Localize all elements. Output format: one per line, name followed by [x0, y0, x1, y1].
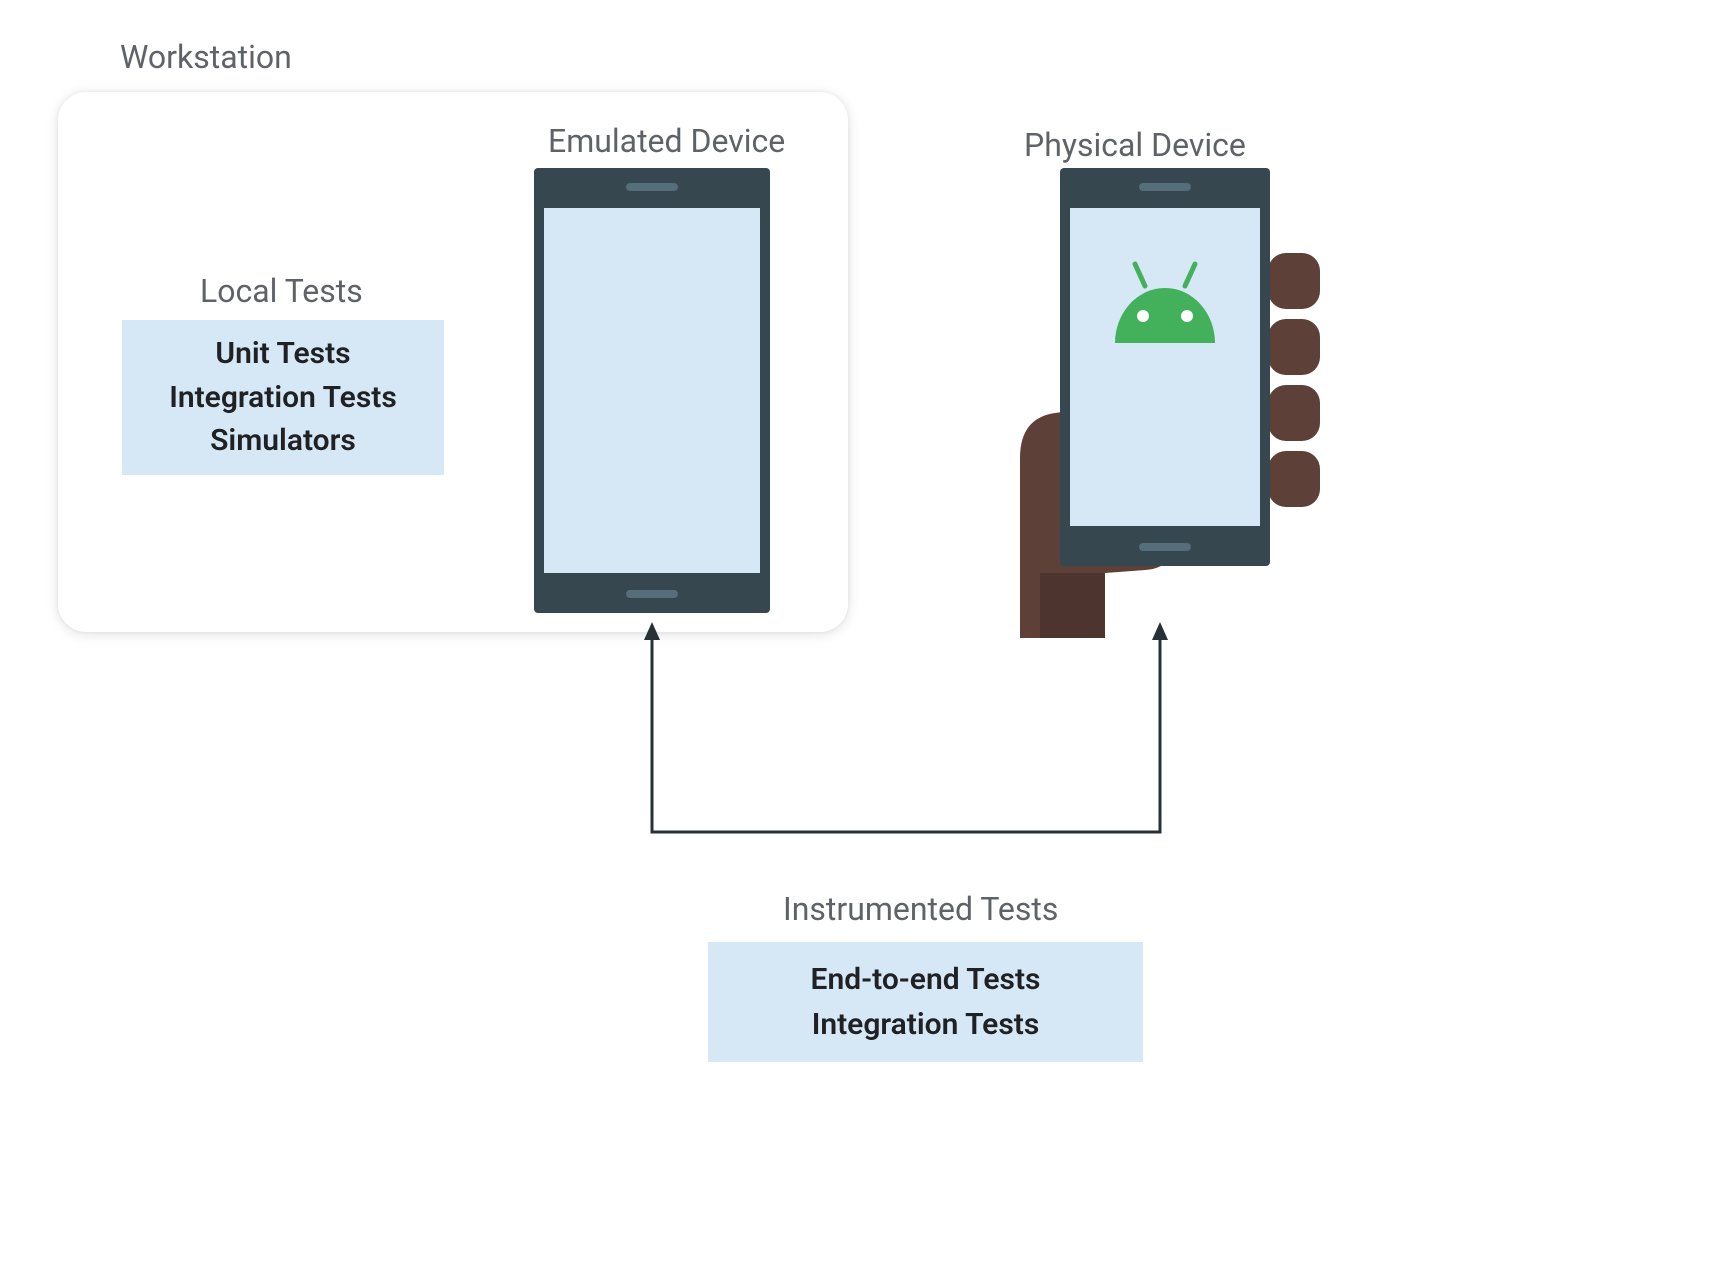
- instrumented-line2: Integration Tests: [812, 1002, 1040, 1047]
- physical-device-group: [1000, 168, 1320, 648]
- local-tests-line2: Integration Tests: [169, 376, 397, 420]
- local-tests-box: Unit Tests Integration Tests Simulators: [122, 320, 444, 475]
- instrumented-line1: End-to-end Tests: [811, 957, 1041, 1002]
- local-tests-line3: Simulators: [210, 419, 356, 463]
- local-tests-label: Local Tests: [200, 272, 363, 310]
- emulated-device-label: Emulated Device: [548, 122, 785, 160]
- instrumented-tests-label: Instrumented Tests: [783, 890, 1058, 928]
- physical-phone-icon: [1060, 168, 1270, 566]
- connector-arrows: [640, 622, 1180, 852]
- workstation-label: Workstation: [120, 38, 292, 76]
- android-icon: [1105, 258, 1225, 353]
- emulated-phone-icon: [534, 168, 770, 613]
- instrumented-tests-box: End-to-end Tests Integration Tests: [708, 942, 1143, 1062]
- physical-device-label: Physical Device: [1024, 126, 1246, 164]
- local-tests-line1: Unit Tests: [215, 332, 350, 376]
